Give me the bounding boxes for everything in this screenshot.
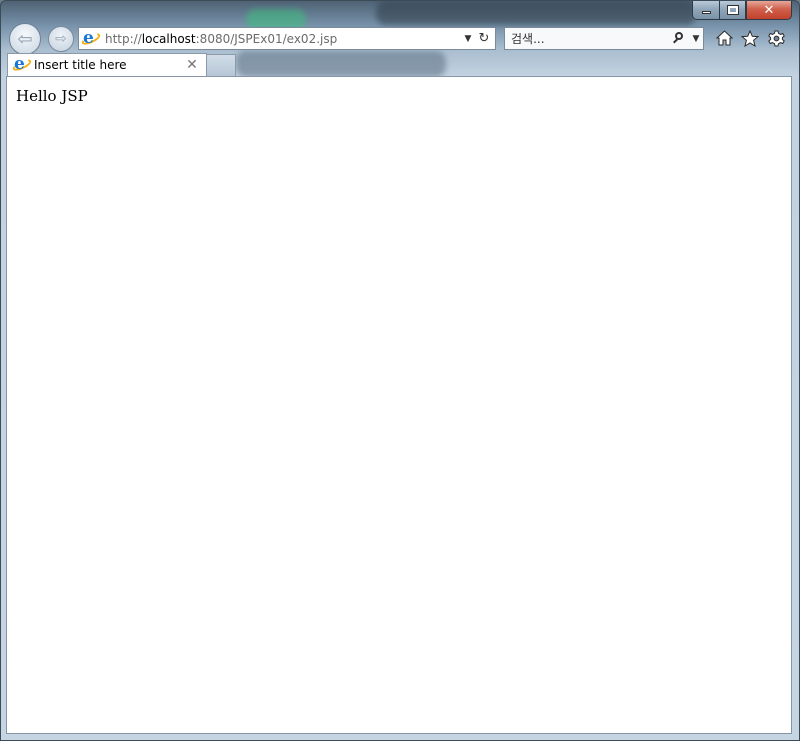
new-tab-button[interactable] [207,54,236,76]
home-button[interactable] [714,28,734,48]
tab-active[interactable]: e Insert title here ✕ [7,53,207,76]
search-input[interactable] [505,28,671,49]
minimize-button[interactable] [692,1,719,20]
browser-window: ✕ ⇦ ⇨ e http://localhost:8080/JSPEx01/ex… [0,0,800,741]
close-icon: ✕ [763,2,775,18]
minimize-icon [701,11,711,14]
refresh-icon: ↻ [478,31,490,46]
maximize-icon [726,5,739,15]
forward-button[interactable]: ⇨ [48,26,74,52]
url-path: :8080/JSPEx01/ex02.jsp [195,31,338,46]
page-body-text: Hello JSP [16,87,88,105]
background-blur [376,1,696,25]
url-host: localhost [141,31,196,46]
toolbar-icons [714,28,786,48]
search-box[interactable]: ▼ [504,27,704,50]
search-icon[interactable] [671,31,687,47]
favorites-button[interactable] [740,28,760,48]
tab-title: Insert title here [34,58,127,72]
star-icon [741,29,759,47]
url-scheme: http:// [105,31,142,46]
forward-arrow-icon: ⇨ [55,31,67,47]
url-text[interactable]: http://localhost:8080/JSPEx01/ex02.jsp [105,32,461,46]
tab-close-button[interactable]: ✕ [184,57,200,73]
page-content: Hello JSP [6,76,792,734]
window-close-button[interactable]: ✕ [746,1,792,20]
tools-button[interactable] [766,28,786,48]
address-bar[interactable]: e http://localhost:8080/JSPEx01/ex02.jsp… [78,27,496,50]
maximize-button[interactable] [719,1,746,20]
close-icon: ✕ [186,57,198,73]
search-dropdown-button[interactable]: ▼ [689,34,703,44]
back-button[interactable]: ⇦ [9,23,41,55]
refresh-button[interactable]: ↻ [475,31,493,46]
home-icon [715,30,733,46]
back-arrow-icon: ⇦ [17,28,33,50]
ie-page-icon: e [80,29,102,47]
gear-icon [767,30,785,46]
address-dropdown-button[interactable]: ▼ [461,34,475,44]
ie-tab-icon: e [11,55,33,73]
chevron-down-icon: ▼ [692,33,700,44]
window-caption-buttons: ✕ [692,1,792,20]
background-blur [236,51,446,77]
chevron-down-icon: ▼ [464,33,472,44]
